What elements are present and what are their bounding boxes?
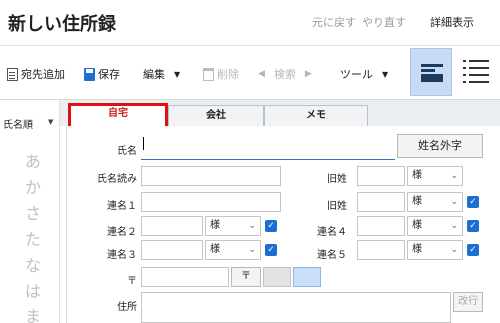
detail-view-button[interactable]: 詳細表示 [430, 14, 474, 30]
delete-label: 削除 [217, 68, 239, 81]
toolbar: 宛先追加 保存 編集 ▼ 削除 ◀ 検索 ▶ ツール ▼ [0, 46, 500, 100]
kana-index-item[interactable]: ま [25, 303, 41, 323]
postal-option-button[interactable] [263, 267, 291, 287]
chevron-down-icon: ⌄ [450, 221, 458, 231]
address-label: 住所 [117, 302, 137, 313]
chevron-down-icon: ⌄ [248, 245, 256, 255]
old-surname2-input[interactable] [357, 192, 405, 212]
name-label: 氏名 [117, 146, 137, 157]
chevron-down-icon: ⌄ [450, 245, 458, 255]
sidebar: 氏名順 ▼ あ か さ た な は ま [0, 100, 60, 323]
kana-index-item[interactable]: か [25, 174, 41, 198]
honorific-value: 様 [412, 220, 422, 231]
joint-name5-label: 連名５ [317, 250, 347, 261]
kana-index-item[interactable]: あ [25, 148, 41, 172]
joint-name4-label: 連名４ [317, 227, 347, 238]
caret-down-icon: ▼ [174, 69, 181, 79]
next-arrow-icon: ▶ [304, 69, 312, 79]
old-surname-honorific-select[interactable]: 様 ⌄ [407, 166, 463, 186]
edit-label: 編集 [143, 68, 165, 81]
checkbox-checked-icon[interactable]: ✓ [265, 244, 277, 256]
search-button[interactable]: ◀ 検索 ▶ [258, 66, 312, 82]
joint-name5-input[interactable] [357, 240, 405, 260]
trash-icon [203, 67, 214, 81]
kana-index-item[interactable]: た [25, 226, 41, 250]
joint-name2-label: 連名２ [107, 227, 137, 238]
search-label: 検索 [273, 68, 296, 81]
undo-button[interactable]: 元に戻す [312, 14, 356, 30]
old-surname-label: 旧姓 [327, 174, 347, 185]
honorific-value: 様 [412, 196, 422, 207]
old-surname2-honorific-select[interactable]: 様 ⌄ [407, 192, 463, 212]
honorific-value: 様 [412, 244, 422, 255]
chevron-down-icon: ⌄ [450, 197, 458, 207]
joint-name3-honorific-select[interactable]: 様 ⌄ [205, 240, 261, 260]
name-reading-input[interactable] [141, 166, 281, 186]
add-contact-label: 宛先追加 [21, 68, 65, 81]
prev-arrow-icon: ◀ [258, 69, 265, 79]
joint-name4-honorific-select[interactable]: 様 ⌄ [407, 216, 463, 236]
checkbox-checked-icon[interactable]: ✓ [467, 220, 479, 232]
redo-button[interactable]: やり直す [362, 14, 406, 30]
postal-label: 〒 [127, 276, 137, 287]
address-input[interactable] [141, 292, 451, 323]
delete-button[interactable]: 削除 [203, 66, 239, 82]
tab-memo[interactable]: メモ [264, 105, 368, 126]
save-button[interactable]: 保存 [84, 66, 120, 82]
checkbox-checked-icon[interactable]: ✓ [467, 196, 479, 208]
list-view-button[interactable] [455, 48, 497, 96]
card-view-icon [421, 64, 443, 82]
honorific-value: 様 [210, 220, 220, 231]
tab-company[interactable]: 会社 [168, 105, 264, 126]
joint-name2-honorific-select[interactable]: 様 ⌄ [205, 216, 261, 236]
postal-lookup-button[interactable]: 〒 [231, 267, 261, 287]
contact-form: 氏名 姓名外字 氏名読み 旧姓 様 ⌄ 連名１ 旧姓 様 ⌄ ✓ 連名２ 様 ⌄… [66, 126, 490, 323]
kana-index-item[interactable]: さ [25, 200, 41, 224]
kana-index-item[interactable]: な [25, 252, 41, 276]
tools-label: ツール [340, 68, 373, 81]
list-view-icon [463, 60, 489, 84]
honorific-value: 様 [412, 170, 422, 181]
honorific-value: 様 [210, 244, 220, 255]
joint-name4-input[interactable] [357, 216, 405, 236]
caret-down-icon: ▼ [382, 69, 389, 79]
chevron-down-icon: ⌄ [450, 171, 458, 181]
joint-name1-label: 連名１ [107, 201, 137, 212]
tools-menu-button[interactable]: ツール ▼ [340, 66, 388, 82]
add-contact-icon [7, 67, 18, 81]
postal-option-selected-button[interactable] [293, 267, 321, 287]
joint-name3-input[interactable] [141, 240, 203, 260]
add-contact-button[interactable]: 宛先追加 [7, 66, 65, 82]
app-title: 新しい住所録 [8, 14, 116, 35]
newline-button[interactable]: 改行 [453, 292, 483, 312]
old-surname2-label: 旧姓 [327, 201, 347, 212]
joint-name1-input[interactable] [141, 192, 281, 212]
tab-bar: 会社 メモ 自宅 [60, 100, 500, 129]
save-icon [84, 67, 95, 81]
name-reading-label: 氏名読み [97, 174, 137, 185]
name-input[interactable] [141, 134, 395, 160]
checkbox-checked-icon[interactable]: ✓ [265, 220, 277, 232]
joint-name2-input[interactable] [141, 216, 203, 236]
save-label: 保存 [98, 68, 120, 81]
card-view-button[interactable] [410, 48, 452, 96]
sort-order-select[interactable]: 氏名順 [3, 116, 33, 131]
edit-menu-button[interactable]: 編集 ▼ [143, 66, 180, 82]
postal-code-input[interactable] [141, 267, 229, 287]
chevron-down-icon: ▼ [48, 118, 54, 126]
external-char-button[interactable]: 姓名外字 [397, 134, 483, 158]
old-surname-input[interactable] [357, 166, 405, 186]
title-bar: 新しい住所録 元に戻す やり直す 詳細表示 [0, 0, 500, 46]
checkbox-checked-icon[interactable]: ✓ [467, 244, 479, 256]
joint-name5-honorific-select[interactable]: 様 ⌄ [407, 240, 463, 260]
kana-index-item[interactable]: は [25, 278, 41, 302]
joint-name3-label: 連名３ [107, 250, 137, 261]
chevron-down-icon: ⌄ [248, 221, 256, 231]
